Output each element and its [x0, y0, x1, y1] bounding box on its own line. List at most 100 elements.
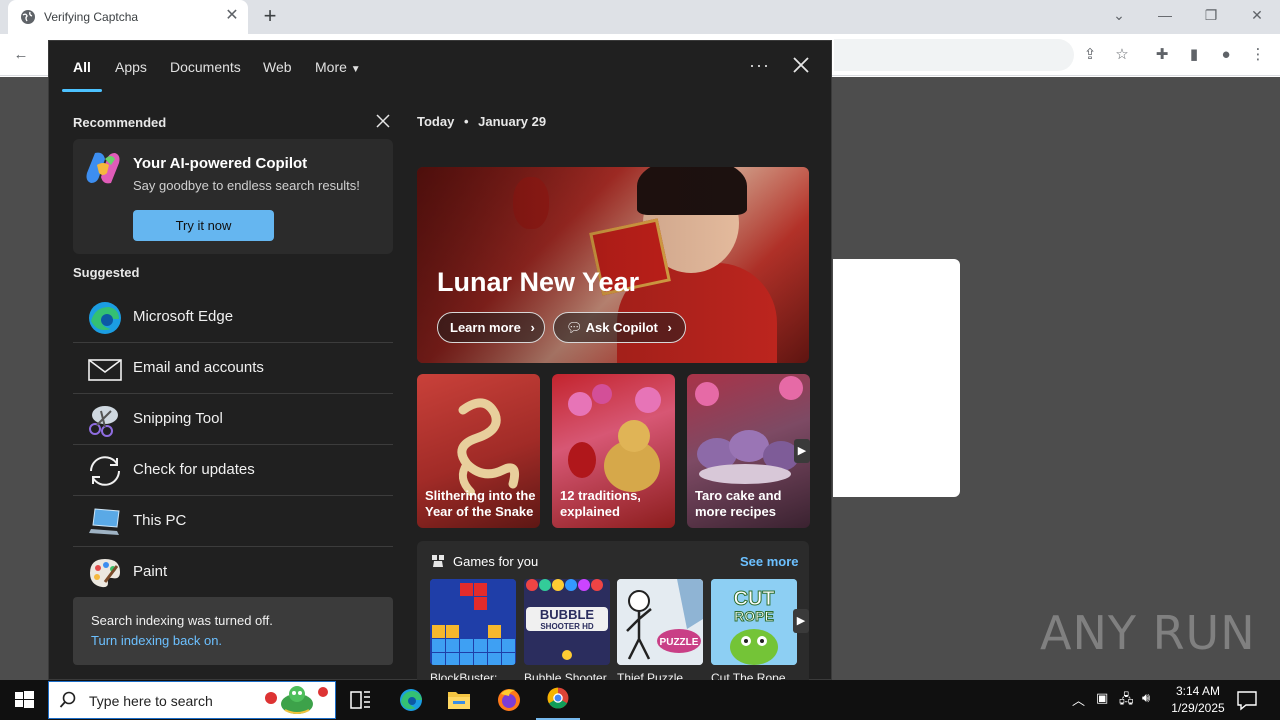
game-controller-icon [432, 555, 444, 567]
indexing-notice-text: Search indexing was turned off. [91, 613, 273, 628]
tab-documents[interactable]: Documents [170, 59, 241, 75]
learn-more-button[interactable]: Learn more › [437, 312, 545, 343]
taskbar-search-box[interactable]: Type here to search [48, 681, 336, 719]
indexing-notice: Search indexing was turned off. Turn ind… [73, 597, 393, 665]
tab-close-icon[interactable]: ✕ [222, 6, 242, 26]
copilot-promo-card: Your AI-powered Copilot Say goodbye to e… [73, 139, 393, 254]
this-pc-icon [89, 508, 120, 535]
suggested-item-email-accounts[interactable]: Email and accounts [73, 343, 393, 394]
suggested-item-label: Email and accounts [133, 359, 264, 376]
meet-now-icon[interactable]: ▣ [1096, 690, 1108, 706]
browser-menu-icon[interactable]: ⋮ [1245, 42, 1271, 68]
chrome-taskbar-icon[interactable] [536, 680, 580, 720]
captcha-card [833, 259, 960, 497]
bubble-shooter-image: BUBBLE SHOOTER HD [524, 579, 610, 665]
volume-icon[interactable]: 🔊︎ [1142, 690, 1150, 706]
back-arrow-icon[interactable]: ← [8, 42, 34, 68]
suggested-item-snipping-tool[interactable]: Snipping Tool [73, 394, 393, 445]
svg-text:ROPE: ROPE [734, 608, 774, 624]
game-thief-puzzle[interactable]: PUZZLE [617, 579, 703, 665]
learn-more-label: Learn more [450, 320, 521, 335]
tiles-next-arrow-icon[interactable]: ▶ [794, 439, 810, 463]
tile-caption: Taro cake and more recipes [695, 488, 781, 520]
edge-taskbar-icon[interactable] [389, 680, 433, 720]
restore-icon[interactable]: ❐ [1188, 0, 1234, 30]
tile-caption-line: Taro cake and [695, 488, 782, 503]
game-cut-the-rope[interactable]: CUT ROPE [711, 579, 797, 665]
tab-apps[interactable]: Apps [115, 59, 147, 75]
tab-search-icon[interactable]: ⌄ [1096, 0, 1142, 30]
svg-text:SHOOTER HD: SHOOTER HD [540, 622, 594, 631]
task-view-icon[interactable] [338, 680, 382, 720]
game-bubble-shooter[interactable]: BUBBLE SHOOTER HD [524, 579, 610, 665]
ask-copilot-button[interactable]: 💬︎ Ask Copilot › [553, 312, 686, 343]
minimize-icon[interactable]: — [1142, 0, 1188, 30]
lunar-new-year-hero[interactable]: Lunar New Year Learn more › 💬︎ Ask Copil… [417, 167, 809, 363]
tab-title: Verifying Captcha [44, 10, 139, 24]
profile-avatar-icon[interactable]: ● [1213, 42, 1239, 68]
turn-indexing-on-link[interactable]: Turn indexing back on. [91, 633, 222, 648]
suggested-item-label: Microsoft Edge [133, 308, 234, 325]
address-bar[interactable] [834, 39, 1074, 71]
tile-caption-line: Slithering into the [425, 488, 536, 503]
network-icon[interactable]: 🖧︎ [1119, 690, 1134, 712]
clock-time: 3:14 AM [1175, 684, 1221, 698]
suggested-item-label: Check for updates [133, 461, 255, 478]
window-close-icon[interactable]: ✕ [1234, 0, 1280, 30]
firefox-icon[interactable] [487, 680, 531, 720]
game-blockbuster[interactable] [430, 579, 516, 665]
notification-center-icon[interactable] [1234, 688, 1260, 712]
edge-icon [89, 302, 121, 334]
tab-more[interactable]: More ▼ [315, 59, 361, 75]
more-options-icon[interactable]: ··· [749, 55, 770, 76]
svg-text:BUBBLE: BUBBLE [540, 607, 594, 622]
side-panel-icon[interactable]: ▮ [1181, 42, 1207, 68]
chat-bubble-icon: 💬︎ [566, 320, 583, 335]
suggested-item-microsoft-edge[interactable]: Microsoft Edge [73, 292, 393, 343]
start-search-panel: All Apps Documents Web More ▼ ··· Recomm… [48, 40, 832, 685]
thief-puzzle-image: PUZZLE [617, 579, 703, 665]
copilot-subtitle: Say goodbye to endless search results! [133, 178, 360, 193]
chevron-right-icon: › [530, 320, 535, 335]
tile-12-traditions[interactable]: 12 traditions, explained [552, 374, 675, 528]
watermark-logo: ANY RUN [1040, 606, 1256, 660]
today-separator: • [463, 114, 469, 129]
tab-more-label: More [315, 59, 347, 75]
show-hidden-icons-chevron-icon[interactable]: ︿ [1072, 690, 1085, 709]
svg-text:CUT: CUT [733, 588, 774, 610]
new-tab-button[interactable]: + [258, 4, 282, 28]
extensions-puzzle-icon[interactable]: ✚ [1149, 42, 1175, 68]
tab-web[interactable]: Web [263, 59, 292, 75]
suggested-item-label: Paint [133, 563, 168, 580]
tile-caption: 12 traditions, explained [560, 488, 641, 520]
try-it-now-button[interactable]: Try it now [133, 210, 274, 241]
search-icon [59, 691, 76, 708]
suggested-item-label: Snipping Tool [133, 410, 223, 427]
tile-year-of-snake[interactable]: Slithering into the Year of the Snake [417, 374, 540, 528]
cut-the-rope-image: CUT ROPE [711, 579, 797, 665]
dismiss-recommended-icon[interactable] [375, 113, 391, 129]
today-date: January 29 [478, 114, 547, 129]
paint-palette-icon [90, 559, 120, 588]
games-next-arrow-icon[interactable]: ▶ [793, 609, 809, 633]
clock[interactable]: 3:14 AM 1/29/2025 [1166, 683, 1230, 717]
file-explorer-icon[interactable] [437, 680, 481, 720]
tab-all[interactable]: All [73, 59, 91, 75]
close-icon[interactable] [789, 53, 813, 77]
active-tab-indicator [62, 89, 102, 92]
games-section: Games for you See more BUBBLE SHOOTER HD [417, 541, 809, 685]
windows-start-icon[interactable] [0, 680, 48, 720]
share-icon[interactable]: ⇪ [1077, 42, 1103, 68]
today-header: Today • January 29 [417, 114, 546, 129]
globe-icon [21, 10, 35, 24]
today-label: Today [417, 114, 455, 129]
browser-tab[interactable]: Verifying Captcha ✕ [8, 0, 248, 34]
see-more-link[interactable]: See more [740, 554, 799, 569]
suggested-item-paint[interactable]: Paint [73, 547, 393, 598]
suggested-item-check-updates[interactable]: Check for updates [73, 445, 393, 496]
bookmark-star-icon[interactable]: ☆ [1109, 42, 1135, 68]
clock-date: 1/29/2025 [1171, 701, 1225, 715]
tile-taro-cake[interactable]: Taro cake and more recipes [687, 374, 810, 528]
suggested-item-this-pc[interactable]: This PC [73, 496, 393, 547]
hero-title: Lunar New Year [437, 267, 640, 297]
